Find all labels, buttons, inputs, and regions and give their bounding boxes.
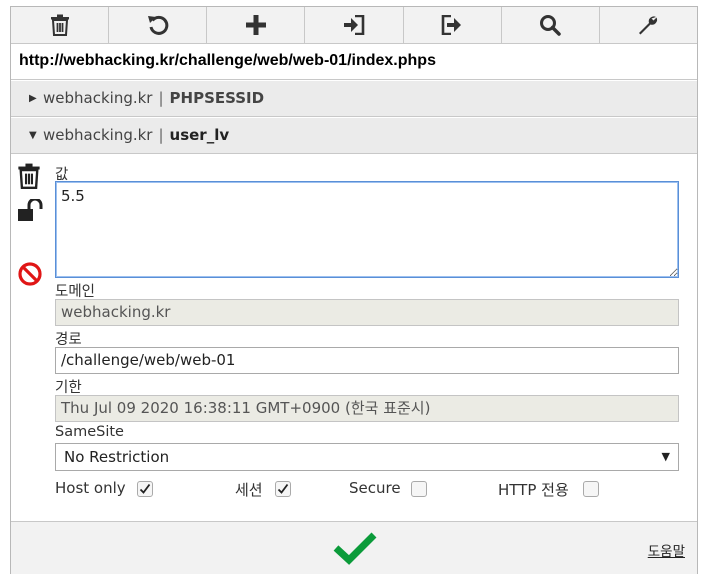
- samesite-selected-value: No Restriction: [64, 448, 170, 466]
- export-icon: [441, 15, 462, 35]
- add-cookie-button[interactable]: [207, 7, 306, 43]
- dropdown-arrow-icon: ▼: [661, 450, 670, 463]
- checkmark-icon: [139, 483, 151, 494]
- current-url: http://webhacking.kr/challenge/web/web-0…: [11, 44, 697, 80]
- delete-cookie-button[interactable]: [17, 163, 45, 191]
- expand-arrow-icon: ▶: [29, 93, 37, 104]
- delete-all-button[interactable]: [11, 7, 110, 43]
- cookie-separator: |: [158, 126, 164, 144]
- plus-icon: [245, 15, 266, 35]
- cookie-name: PHPSESSID: [169, 89, 265, 107]
- cookie-domain: webhacking.kr: [43, 89, 153, 107]
- toolbar: [11, 7, 697, 44]
- cookie-domain: webhacking.kr: [43, 126, 153, 144]
- path-field[interactable]: /challenge/web/web-01: [55, 347, 679, 374]
- http-only-checkbox[interactable]: [583, 481, 599, 497]
- wrench-icon: [639, 16, 658, 35]
- checkmark-icon: [333, 532, 377, 565]
- domain-label: 도메인: [55, 284, 96, 300]
- reset-button[interactable]: [109, 7, 208, 43]
- session-label: 세션: [235, 481, 263, 499]
- cookie-row-user-lv[interactable]: ▼ webhacking.kr | user_lv: [11, 118, 697, 154]
- http-only-label: HTTP 전용: [498, 481, 569, 499]
- samesite-select[interactable]: No Restriction ▼: [55, 443, 679, 471]
- undo-icon: [147, 15, 169, 35]
- secure-checkbox[interactable]: [411, 481, 427, 497]
- secure-label: Secure: [349, 479, 401, 497]
- checkmark-icon: [277, 483, 289, 494]
- options-button[interactable]: [600, 7, 697, 43]
- cookie-editor-panel: http://webhacking.kr/challenge/web/web-0…: [10, 6, 698, 574]
- host-only-checkbox[interactable]: [137, 481, 153, 497]
- unlock-cookie-button[interactable]: [17, 197, 45, 227]
- unlocked-padlock-icon: [18, 197, 43, 221]
- host-only-label: Host only: [55, 479, 126, 497]
- samesite-label: SameSite: [55, 424, 124, 440]
- expires-label: 기한: [55, 380, 82, 396]
- footer: 도움말: [11, 521, 697, 574]
- save-button[interactable]: [333, 531, 377, 565]
- import-button[interactable]: [305, 7, 404, 43]
- session-checkbox[interactable]: [275, 481, 291, 497]
- search-button[interactable]: [502, 7, 600, 43]
- block-icon: [18, 262, 42, 286]
- search-icon: [540, 15, 562, 36]
- path-label: 경로: [55, 332, 82, 348]
- trash-icon: [50, 14, 69, 36]
- cookie-row-phpsessid[interactable]: ▶ webhacking.kr | PHPSESSID: [11, 81, 697, 117]
- import-icon: [343, 15, 365, 35]
- help-link[interactable]: 도움말: [648, 540, 685, 560]
- cookie-name: user_lv: [169, 126, 230, 144]
- block-cookie-button[interactable]: [17, 261, 45, 289]
- trash-icon: [18, 163, 40, 189]
- value-textarea[interactable]: 5.5: [55, 181, 679, 278]
- expires-field[interactable]: Thu Jul 09 2020 16:38:11 GMT+0900 (한국 표준…: [55, 395, 679, 422]
- export-button[interactable]: [404, 7, 502, 43]
- domain-field[interactable]: webhacking.kr: [55, 299, 679, 326]
- cookie-separator: |: [158, 89, 164, 107]
- collapse-arrow-icon: ▼: [29, 130, 37, 141]
